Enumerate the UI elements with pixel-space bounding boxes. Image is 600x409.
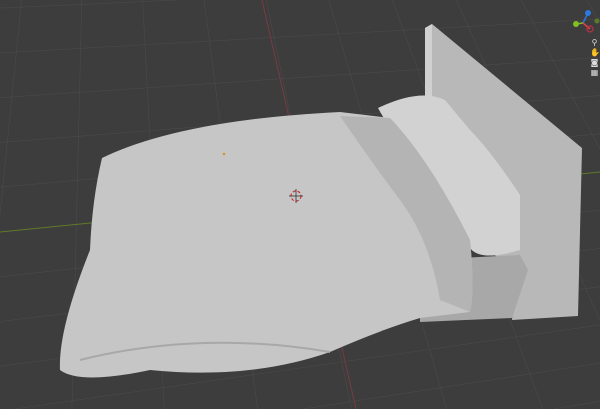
- grid-line: [0, 0, 22, 216]
- camera-icon[interactable]: ◙: [590, 58, 599, 67]
- 3d-viewport[interactable]: ⚲ ✋ ◙ ▦: [0, 0, 600, 409]
- zoom-icon[interactable]: ⚲: [590, 38, 599, 47]
- grid-line: [303, 362, 600, 409]
- grid-line: [0, 0, 179, 9]
- scene: [0, 0, 600, 409]
- bed-model[interactable]: [59, 24, 582, 378]
- pan-hand-icon[interactable]: ✋: [590, 48, 599, 57]
- grid-line: [553, 401, 600, 409]
- grid-view-icon[interactable]: ▦: [590, 68, 599, 77]
- navigation-gizmo[interactable]: [566, 4, 600, 34]
- grid-line: [0, 18, 600, 54]
- object-origin: [222, 152, 226, 156]
